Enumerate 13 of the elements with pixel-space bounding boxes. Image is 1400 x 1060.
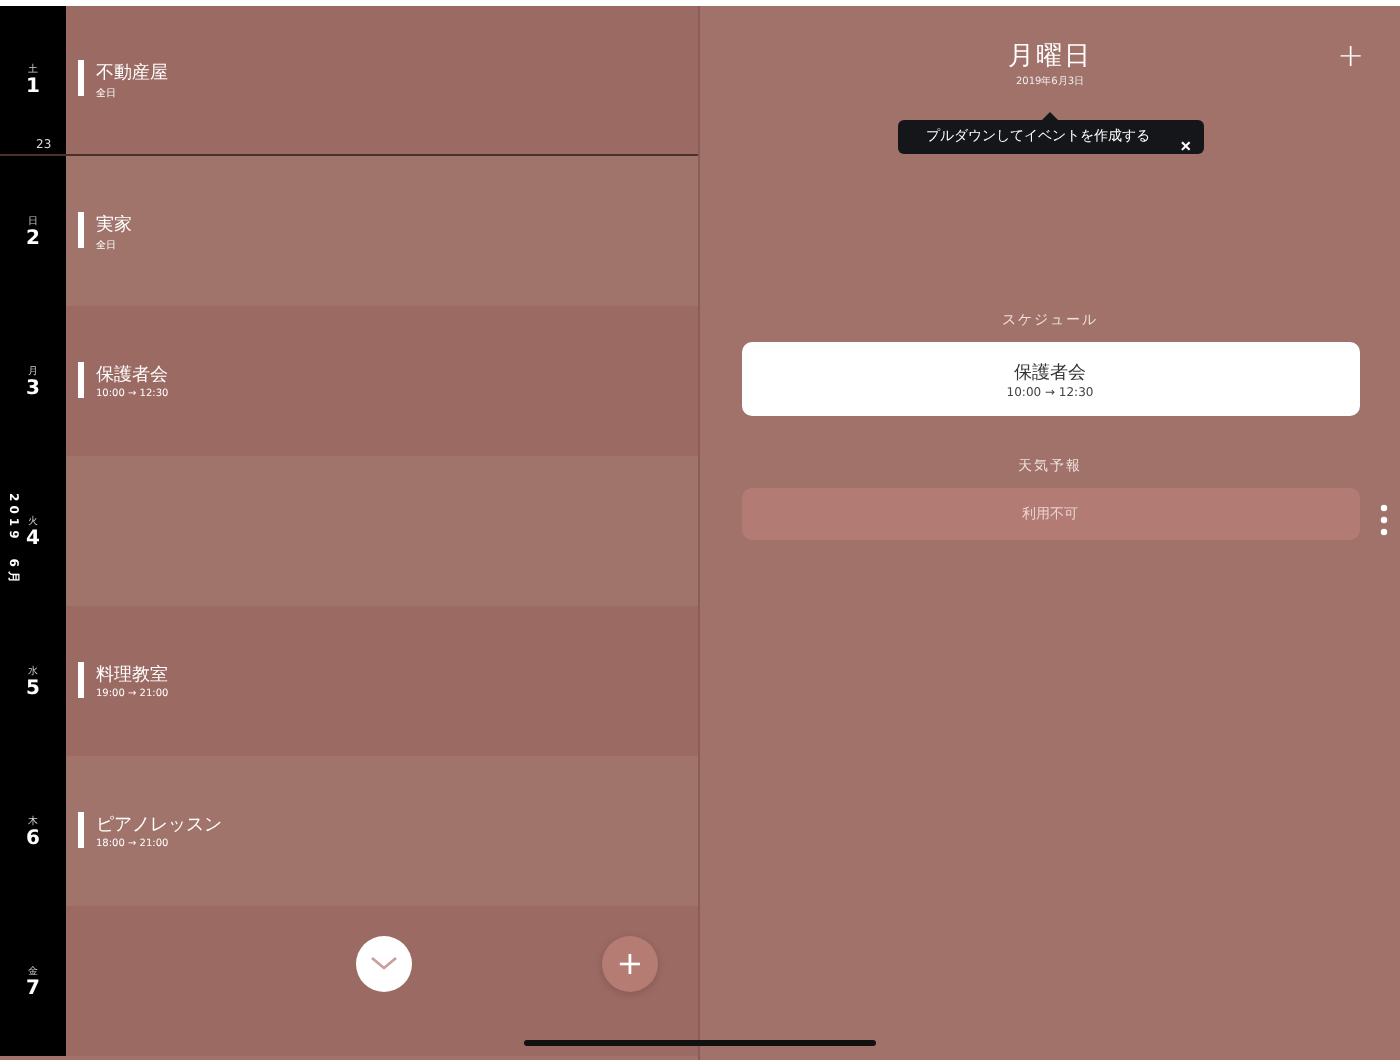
day-number: 5 <box>26 677 40 699</box>
day-number: 1 <box>26 76 40 98</box>
event-title: 保護者会 <box>1014 361 1086 385</box>
day-number: 7 <box>26 977 40 999</box>
day-number: 6 <box>26 827 40 849</box>
close-button[interactable]: × <box>1180 136 1191 156</box>
day-number: 4 <box>26 527 40 549</box>
day-title: 月曜日 <box>1008 40 1092 74</box>
more-icon[interactable] <box>1379 504 1387 536</box>
day-number: 2 <box>26 227 40 249</box>
chevron-down-icon <box>370 956 398 972</box>
day-number: 3 <box>26 377 40 399</box>
add-button[interactable]: + <box>1337 36 1364 74</box>
